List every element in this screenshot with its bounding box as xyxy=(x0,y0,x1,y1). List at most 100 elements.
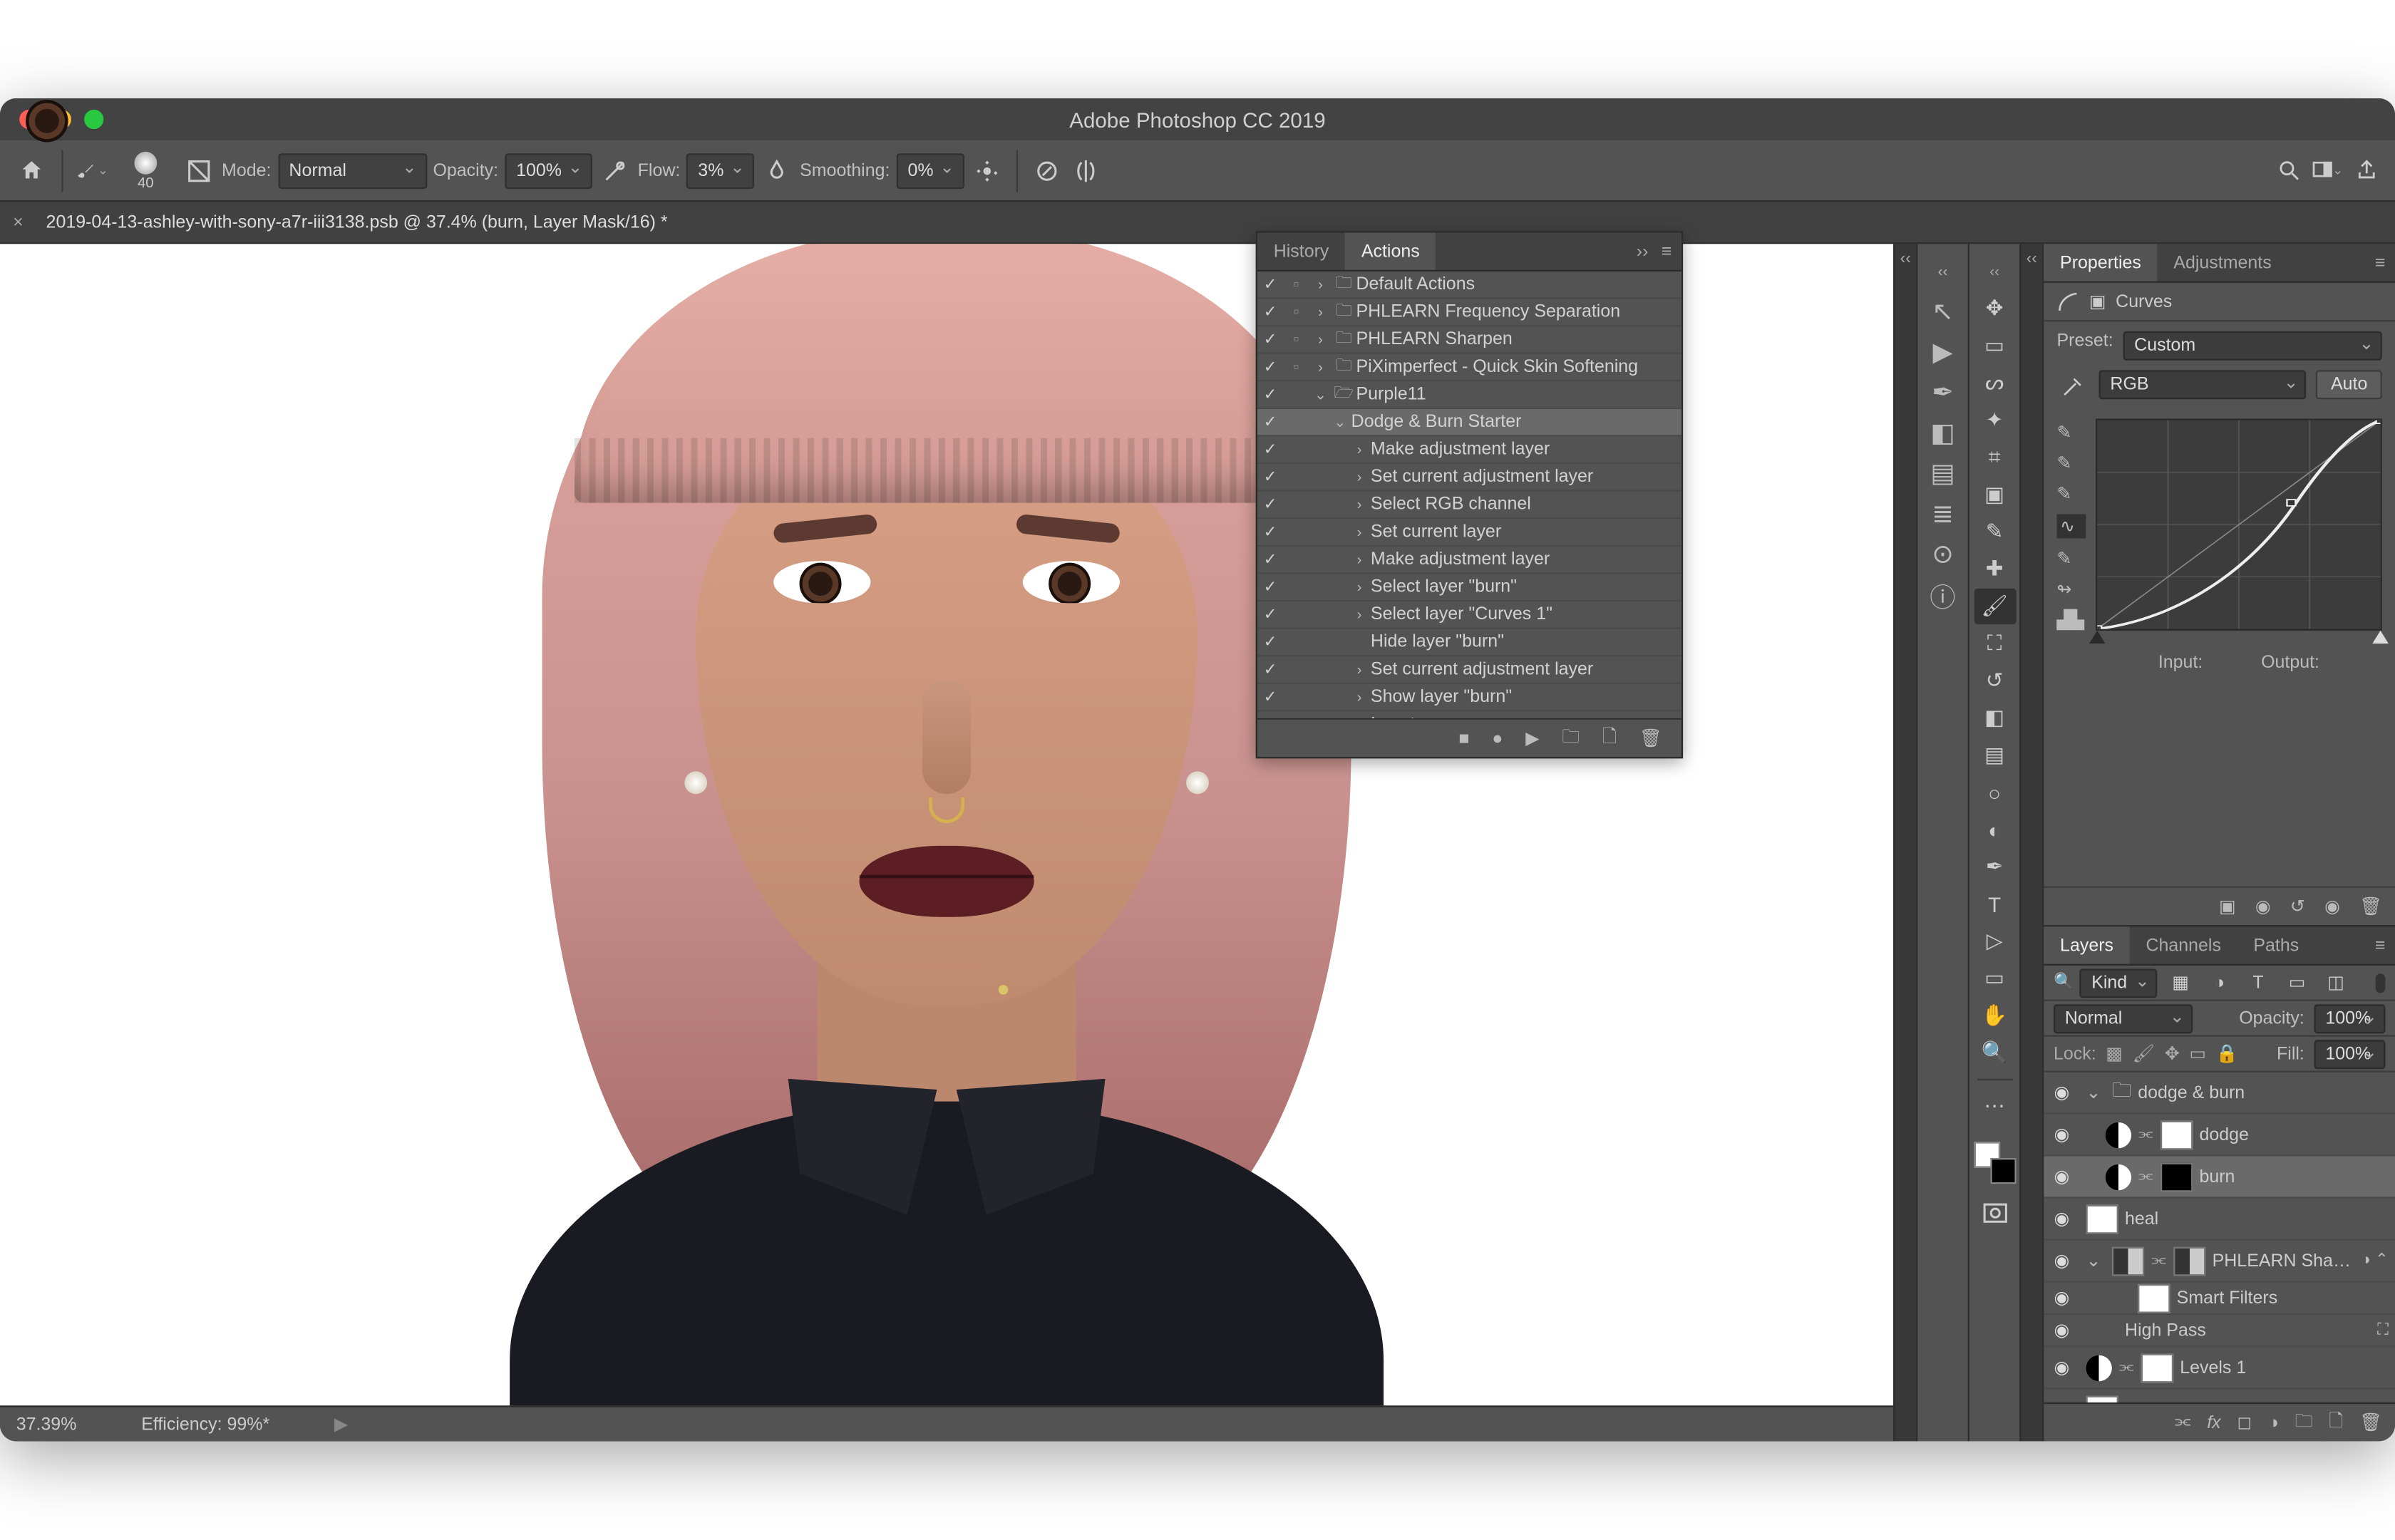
search-icon[interactable] xyxy=(2272,155,2304,187)
tool-move[interactable]: ✥ xyxy=(1974,291,2016,326)
curves-graph[interactable] xyxy=(2096,419,2382,631)
mask-icon[interactable]: ◻ xyxy=(2237,1412,2252,1434)
tab-properties[interactable]: Properties xyxy=(2044,244,2157,281)
tool-rect[interactable]: ▭ xyxy=(1974,961,2016,996)
action-row[interactable]: ✓▫›🗀PiXimperfect - Quick Skin Softening xyxy=(1257,354,1681,382)
lock-trans-icon[interactable]: ▩ xyxy=(2106,1043,2123,1065)
flow-field[interactable]: 3% xyxy=(686,153,754,188)
tool-hand[interactable]: ✋ xyxy=(1974,998,2016,1034)
layer-row[interactable]: ◉Smart Filters xyxy=(2044,1283,2395,1315)
curve-pencil-icon[interactable]: ✎ xyxy=(2057,548,2086,569)
tool-more[interactable]: ⋯ xyxy=(1974,1089,2016,1125)
layer-row[interactable]: ◉heal xyxy=(2044,1390,2395,1402)
layer-row[interactable]: ◉⫘dodge xyxy=(2044,1115,2395,1157)
new-layer-icon[interactable]: 🗋 xyxy=(2329,1407,2343,1438)
adjustment-icon[interactable]: ◑ xyxy=(2268,1413,2279,1432)
black-point-slider[interactable] xyxy=(2089,631,2106,644)
layer-blend-select[interactable]: Normal xyxy=(2054,1004,2193,1033)
action-row[interactable]: ✓▫›🗀Default Actions xyxy=(1257,272,1681,299)
curve-histogram-icon[interactable]: ▟▙ xyxy=(2057,610,2086,631)
lock-paint-icon[interactable]: 🖌 xyxy=(2133,1043,2156,1065)
layer-row[interactable]: ◉High Pass⛶ xyxy=(2044,1316,2395,1348)
play-icon[interactable]: ▶ xyxy=(1525,728,1539,749)
action-row[interactable]: ✓›Set current adjustment layer xyxy=(1257,657,1681,685)
airbrush-icon[interactable] xyxy=(761,155,793,187)
tool-stamp[interactable]: ⛶ xyxy=(1974,626,2016,661)
filter-shape-icon[interactable]: ▭ xyxy=(2281,966,2313,998)
action-row[interactable]: ✓›Set current layer xyxy=(1257,520,1681,547)
action-row[interactable]: ✓▫›🗀PHLEARN Frequency Separation xyxy=(1257,299,1681,327)
eyedrop-gray-icon[interactable]: ✎ xyxy=(2057,453,2086,475)
layer-row[interactable]: ◉⌄⫘PHLEARN Sharpen +1◑ ⌃ xyxy=(2044,1241,2395,1283)
layer-opacity-field[interactable]: 100% xyxy=(2314,1004,2385,1033)
tab-paths[interactable]: Paths xyxy=(2237,927,2315,964)
action-row[interactable]: ✓›Set current adjustment layer xyxy=(1257,464,1681,492)
stop-icon[interactable]: ■ xyxy=(1458,729,1469,748)
tab-history[interactable]: History xyxy=(1257,233,1345,270)
tool-frame[interactable]: ▣ xyxy=(1974,477,2016,513)
action-row[interactable]: ✓›Select layer "burn" xyxy=(1257,574,1681,602)
filter-pixel-icon[interactable]: ▦ xyxy=(2164,966,2196,998)
tab-channels[interactable]: Channels xyxy=(2130,927,2237,964)
tool-type[interactable]: T xyxy=(1974,887,2016,922)
new-set-icon[interactable]: 🗀 xyxy=(1562,723,1580,754)
delete-layer-icon[interactable]: 🗑 xyxy=(2359,1412,2382,1434)
tool-heal[interactable]: ✚ xyxy=(1974,552,2016,587)
tool-pen[interactable]: ✒ xyxy=(1974,849,2016,885)
tool-zoom[interactable]: 🔍 xyxy=(1974,1035,2016,1071)
visibility-icon[interactable]: ◉ xyxy=(2324,896,2340,918)
link-layers-icon[interactable]: ⫘ xyxy=(2175,1412,2190,1434)
filter-adj-icon[interactable]: ◑ xyxy=(2203,966,2235,998)
status-efficiency[interactable]: Efficiency: 99%* xyxy=(141,1415,269,1434)
tool-eyedrop[interactable]: ✎ xyxy=(1974,515,2016,550)
group-icon[interactable]: 🗀 xyxy=(2295,1407,2313,1438)
mini-ptr[interactable]: ↖ xyxy=(1923,294,1962,330)
tab-layers[interactable]: Layers xyxy=(2044,927,2129,964)
mini-info[interactable]: ⓘ xyxy=(1923,577,1962,613)
share-icon[interactable] xyxy=(2349,155,2381,187)
window-zoom-button[interactable] xyxy=(84,110,103,129)
curve-smooth-icon[interactable]: ↬ xyxy=(2057,579,2086,601)
eyedrop-white-icon[interactable]: ✎ xyxy=(2057,484,2086,505)
mini-layers[interactable]: ≣ xyxy=(1923,497,1962,532)
mini-play[interactable]: ▶ xyxy=(1923,335,1962,371)
preset-select[interactable]: Custom xyxy=(2123,331,2382,361)
layer-fill-field[interactable]: 100% xyxy=(2314,1039,2385,1068)
record-icon[interactable]: ● xyxy=(1492,729,1503,748)
channel-select[interactable]: RGB xyxy=(2099,371,2307,400)
panel-menu-icon[interactable]: ≡ xyxy=(2375,936,2386,955)
panel-menu-icon[interactable]: ≡ xyxy=(1662,242,1672,261)
layer-row[interactable]: ◉⫘Levels 1 xyxy=(2044,1348,2395,1390)
action-row[interactable]: ✓›Make adjustment layer xyxy=(1257,437,1681,465)
tab-actions[interactable]: Actions xyxy=(1345,233,1436,270)
home-button[interactable] xyxy=(13,153,48,188)
lock-all-icon[interactable]: 🔒 xyxy=(2216,1043,2238,1065)
tab-adjustments[interactable]: Adjustments xyxy=(2158,244,2288,281)
white-point-slider[interactable] xyxy=(2372,631,2389,644)
symmetry-icon[interactable] xyxy=(1069,155,1101,187)
curve-point-icon[interactable]: ∿ xyxy=(2057,515,2086,539)
lock-pos-icon[interactable]: ✥ xyxy=(2165,1043,2180,1065)
tool-path[interactable]: ▷ xyxy=(1974,924,2016,959)
tool-history[interactable]: ↺ xyxy=(1974,663,2016,699)
reset-icon[interactable]: ↺ xyxy=(2290,896,2305,918)
action-row[interactable]: ✓⌄Dodge & Burn Starter xyxy=(1257,409,1681,437)
status-zoom[interactable]: 37.39% xyxy=(16,1415,77,1434)
document-tab[interactable]: 2019-04-13-ashley-with-sony-a7r-iii3138.… xyxy=(39,212,684,232)
brush-panel-toggle[interactable] xyxy=(183,155,215,187)
opacity-pressure-icon[interactable] xyxy=(599,155,631,187)
trash-icon[interactable]: 🗑 xyxy=(2359,896,2382,918)
tool-eraser[interactable]: ◧ xyxy=(1974,701,2016,736)
collapse-strip-2[interactable]: ‹‹ xyxy=(2019,244,2042,1442)
tool-brush[interactable]: 🖌 xyxy=(1974,589,2016,624)
filter-type-icon[interactable]: T xyxy=(2242,966,2274,998)
mini-path2[interactable]: ✒ xyxy=(1923,376,1962,411)
lock-nest-icon[interactable]: ▭ xyxy=(2189,1043,2206,1065)
tool-crop[interactable]: ⌗ xyxy=(1974,440,2016,475)
smoothing-field[interactable]: 0% xyxy=(897,153,964,188)
filter-smart-icon[interactable]: ◫ xyxy=(2319,966,2352,998)
brush-preview[interactable]: 40 xyxy=(115,146,176,195)
action-row[interactable]: ✓⌄🗁Purple11 xyxy=(1257,382,1681,410)
quick-mask-button[interactable] xyxy=(1974,1196,2016,1231)
expand-icon[interactable]: ›› xyxy=(1637,242,1649,261)
